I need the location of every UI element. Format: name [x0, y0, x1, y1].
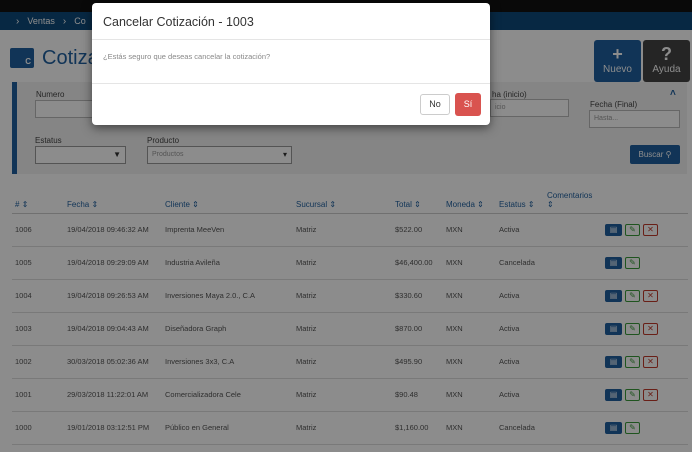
cancel-quote-dialog: Cancelar Cotización - 1003 ¿Estás seguro… — [92, 3, 490, 125]
dialog-divider — [92, 83, 490, 84]
dialog-message: ¿Estás seguro que deseas cancelar la cot… — [103, 52, 271, 61]
dialog-title: Cancelar Cotización - 1003 — [103, 15, 254, 29]
dialog-divider — [92, 39, 490, 40]
yes-button[interactable]: Sí — [455, 93, 481, 116]
no-button[interactable]: No — [420, 94, 450, 115]
